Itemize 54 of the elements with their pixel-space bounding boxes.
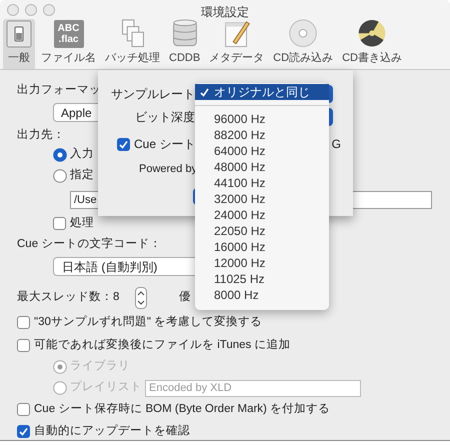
checkbox[interactable] [17,316,30,329]
disc-icon [288,19,318,48]
checkbox[interactable] [17,425,30,438]
menu-item[interactable]: 16000 Hz [195,239,329,255]
checkbox-label: "30サンプルずれ問題" を考慮して変換する [34,314,262,330]
bit-depth-label: ビット深度 [134,109,195,126]
toolbar-tab[interactable]: 一般 [3,19,35,69]
cut-label: G [332,136,342,153]
menu-item[interactable]: 48000 Hz [195,159,329,175]
checkbox[interactable] [53,217,66,230]
sample-rate-label: サンプルレート [110,86,195,103]
check-icon [200,88,209,96]
menu-item[interactable]: 96000 Hz [195,111,329,127]
menu-item[interactable]: 32000 Hz [195,191,329,207]
notepad-pencil-icon [222,19,251,48]
max-threads-label: 最大スレッド数：8 [17,290,120,306]
radio-label: 指定 [70,168,94,183]
toolbar-tab[interactable]: メタデータ [206,19,268,69]
file-tag-icon: ABC .flac [54,20,84,48]
radiation-disc-icon [357,19,387,48]
priority-label: 優 [179,290,191,306]
radio-button[interactable] [53,168,67,182]
toolbar-tab[interactable]: バッチ処理 [102,19,163,69]
documents-icon [120,19,146,48]
toolbar-tab[interactable]: ABC .flac ファイル名 [38,19,99,69]
radio-button[interactable] [53,148,67,162]
checkbox-label: 処理 [70,216,94,231]
toolbar-tab[interactable]: CD読み込み [270,19,336,69]
menu-item[interactable]: オリジナルと同じ [195,84,329,100]
menu-item[interactable]: 64000 Hz [195,143,329,159]
menu-item[interactable]: 22050 Hz [195,223,329,239]
toolbar-tab[interactable]: CDDB [166,19,204,69]
toggle-switch-icon [6,20,32,48]
checkbox[interactable] [17,339,30,352]
cue-encoding-label: Cue シートの文字コード： [17,236,162,252]
toolbar-tab[interactable]: CD書き込み [339,19,405,69]
checkbox-label: Cue シート [134,136,196,153]
menu-item[interactable]: 24000 Hz [195,207,329,223]
window-title: 環境設定 [200,4,250,21]
radio-label: 入力 [70,146,94,162]
radio-label: プレイリスト [70,379,142,396]
destination-label: 出力先： [17,128,65,143]
radio-label: ライブラリ [70,358,131,374]
playlist-field[interactable]: Encoded by XLD [145,380,361,396]
menu-item[interactable]: 8000 Hz [195,287,329,303]
checkbox-label: 可能であれば変換後にファイルを iTunes に追加 [34,337,290,353]
database-icon [172,19,198,48]
menu-item[interactable]: 44100 Hz [195,175,329,191]
stepper-icon[interactable] [135,287,147,309]
checkbox[interactable] [17,403,30,416]
checkbox-label: Cue シート保存時に BOM (Byte Order Mark) を付加する [34,402,330,417]
menu-item[interactable]: 88200 Hz [195,127,329,143]
checkbox-label: 自動的にアップデートを確認 [34,423,190,439]
checkbox[interactable] [117,138,130,150]
